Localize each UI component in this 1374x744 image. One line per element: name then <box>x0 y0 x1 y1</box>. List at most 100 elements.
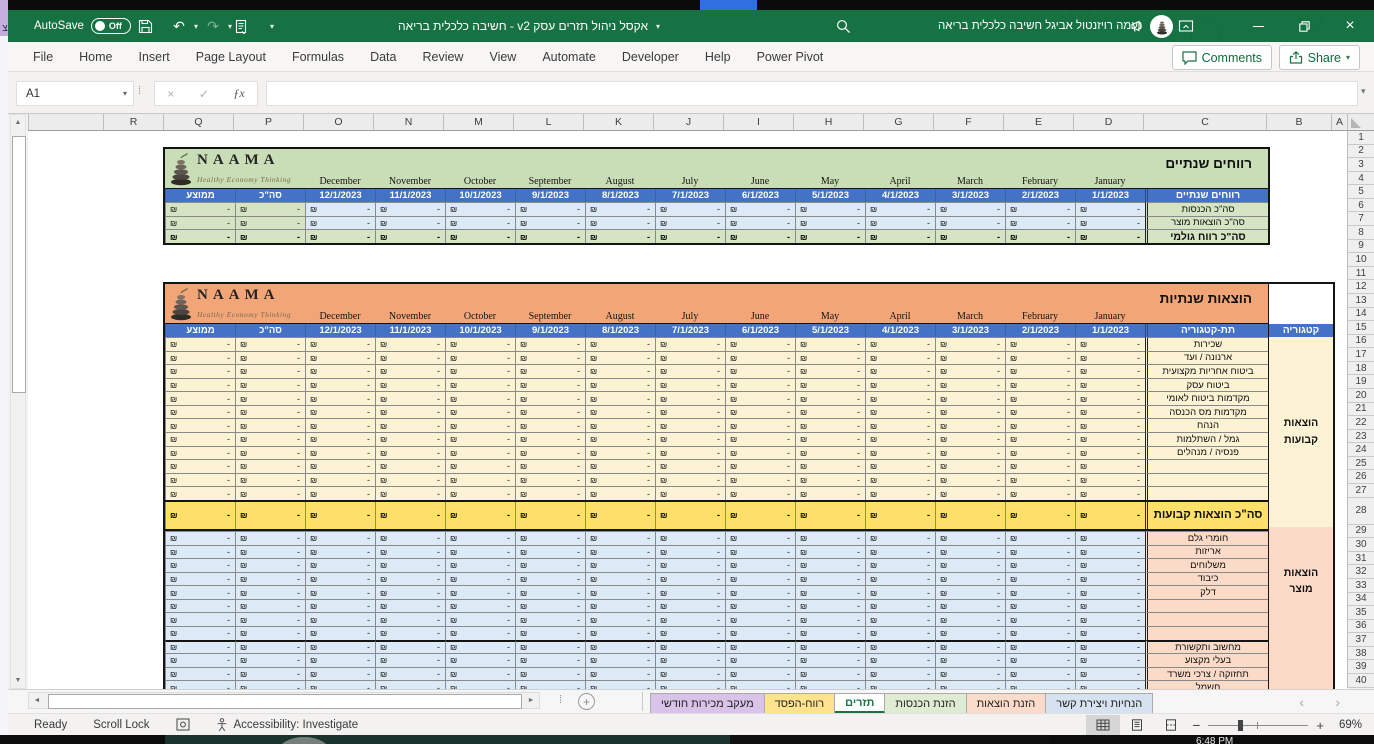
row-header-17[interactable]: 17 <box>1348 348 1374 362</box>
row-header-34[interactable]: 34 <box>1348 593 1374 607</box>
money-cell[interactable]: ₪- <box>515 216 585 230</box>
feedback-icon[interactable] <box>1118 10 1158 42</box>
money-cell[interactable]: ₪- <box>165 486 235 500</box>
money-cell[interactable]: ₪- <box>305 599 375 613</box>
money-cell[interactable]: ₪- <box>1075 486 1145 500</box>
money-cell[interactable]: ₪- <box>445 545 515 559</box>
formula-bar-handle[interactable]: ⁞ <box>138 85 141 97</box>
row-label[interactable]: מקדמות מס הכנסה <box>1145 405 1268 419</box>
money-cell[interactable]: ₪- <box>515 405 585 419</box>
money-cell[interactable]: ₪- <box>1005 229 1075 243</box>
column-header-P[interactable]: P <box>233 114 303 130</box>
money-cell[interactable]: ₪- <box>935 473 1005 487</box>
row-label[interactable]: פנסיה / מנהלים <box>1145 446 1268 460</box>
money-cell[interactable]: ₪- <box>165 667 235 681</box>
page-break-view-icon[interactable] <box>1154 715 1188 735</box>
scroll-right-icon[interactable]: ► <box>524 694 538 707</box>
money-cell[interactable]: ₪- <box>655 364 725 378</box>
money-cell[interactable]: ₪- <box>935 558 1005 572</box>
money-cell[interactable]: ₪- <box>935 446 1005 460</box>
money-cell[interactable]: ₪- <box>725 418 795 432</box>
money-cell[interactable]: ₪- <box>305 378 375 392</box>
money-cell[interactable]: ₪- <box>235 612 305 626</box>
money-cell[interactable]: ₪- <box>935 216 1005 230</box>
money-cell[interactable]: ₪- <box>375 572 445 586</box>
money-cell[interactable]: ₪- <box>515 653 585 667</box>
money-cell[interactable]: ₪- <box>795 405 865 419</box>
money-cell[interactable]: ₪- <box>235 391 305 405</box>
money-cell[interactable]: ₪- <box>935 667 1005 681</box>
money-cell[interactable]: ₪- <box>585 626 655 640</box>
zoom-slider[interactable] <box>1208 725 1308 726</box>
money-cell[interactable]: ₪- <box>235 531 305 545</box>
row-label[interactable]: גמל / השתלמות <box>1145 432 1268 446</box>
select-all-corner[interactable] <box>1347 114 1374 131</box>
money-cell[interactable]: ₪- <box>585 364 655 378</box>
money-cell[interactable]: ₪- <box>515 378 585 392</box>
row-label[interactable] <box>1145 459 1268 473</box>
money-cell[interactable]: ₪- <box>935 612 1005 626</box>
money-cell[interactable]: ₪- <box>1075 640 1145 654</box>
autosave-toggle[interactable]: Off <box>91 18 131 34</box>
row-header-15[interactable]: 15 <box>1348 321 1374 335</box>
money-cell[interactable]: ₪- <box>1075 405 1145 419</box>
money-cell[interactable]: ₪- <box>655 558 725 572</box>
money-cell[interactable]: ₪- <box>515 459 585 473</box>
money-cell[interactable]: ₪- <box>1005 351 1075 365</box>
row-header-18[interactable]: 18 <box>1348 362 1374 376</box>
money-cell[interactable]: ₪- <box>725 531 795 545</box>
ribbon-tab-data[interactable]: Data <box>357 50 409 64</box>
money-cell[interactable]: ₪- <box>795 378 865 392</box>
money-cell[interactable]: ₪- <box>655 545 725 559</box>
money-cell[interactable]: ₪- <box>1075 473 1145 487</box>
money-cell[interactable]: ₪- <box>1075 612 1145 626</box>
money-cell[interactable]: ₪- <box>865 531 935 545</box>
money-cell[interactable]: ₪- <box>515 612 585 626</box>
money-cell[interactable]: ₪- <box>1005 486 1075 500</box>
money-cell[interactable]: ₪- <box>865 378 935 392</box>
money-cell[interactable]: ₪- <box>515 640 585 654</box>
money-cell[interactable]: ₪- <box>1075 459 1145 473</box>
money-cell[interactable]: ₪- <box>865 585 935 599</box>
money-cell[interactable]: ₪- <box>375 418 445 432</box>
ribbon-tab-automate[interactable]: Automate <box>529 50 609 64</box>
money-cell[interactable]: ₪- <box>725 432 795 446</box>
money-cell[interactable]: ₪- <box>865 502 935 529</box>
column-header-K[interactable]: K <box>583 114 653 130</box>
money-cell[interactable]: ₪- <box>1005 473 1075 487</box>
money-cell[interactable]: ₪- <box>1005 558 1075 572</box>
customize-quick-access-icon[interactable]: ▾ <box>270 22 274 31</box>
money-cell[interactable]: ₪- <box>655 473 725 487</box>
money-cell[interactable]: ₪- <box>795 486 865 500</box>
ribbon-tab-review[interactable]: Review <box>409 50 476 64</box>
money-cell[interactable]: ₪- <box>515 667 585 681</box>
money-cell[interactable]: ₪- <box>305 502 375 529</box>
row-label[interactable]: הנהח <box>1145 418 1268 432</box>
money-cell[interactable]: ₪- <box>235 626 305 640</box>
money-cell[interactable]: ₪- <box>305 626 375 640</box>
money-cell[interactable]: ₪- <box>655 459 725 473</box>
money-cell[interactable]: ₪- <box>515 351 585 365</box>
money-cell[interactable]: ₪- <box>235 486 305 500</box>
money-cell[interactable]: ₪- <box>515 337 585 351</box>
category-product-expenses[interactable]: הוצאותמוצר <box>1268 527 1333 636</box>
money-cell[interactable]: ₪- <box>305 531 375 545</box>
money-cell[interactable]: ₪- <box>935 653 1005 667</box>
row-header-32[interactable]: 32 <box>1348 565 1374 579</box>
money-cell[interactable]: ₪- <box>305 612 375 626</box>
money-cell[interactable]: ₪- <box>445 653 515 667</box>
row-label[interactable] <box>1145 486 1268 500</box>
money-cell[interactable]: ₪- <box>795 351 865 365</box>
money-cell[interactable]: ₪- <box>165 612 235 626</box>
money-cell[interactable]: ₪- <box>235 502 305 529</box>
money-cell[interactable]: ₪- <box>935 418 1005 432</box>
money-cell[interactable]: ₪- <box>585 667 655 681</box>
money-cell[interactable]: ₪- <box>445 391 515 405</box>
money-cell[interactable]: ₪- <box>865 572 935 586</box>
row-header-39[interactable]: 39 <box>1348 660 1374 674</box>
money-cell[interactable]: ₪- <box>585 531 655 545</box>
money-cell[interactable]: ₪- <box>375 459 445 473</box>
money-cell[interactable]: ₪- <box>935 640 1005 654</box>
money-cell[interactable]: ₪- <box>935 545 1005 559</box>
money-cell[interactable]: ₪- <box>375 473 445 487</box>
